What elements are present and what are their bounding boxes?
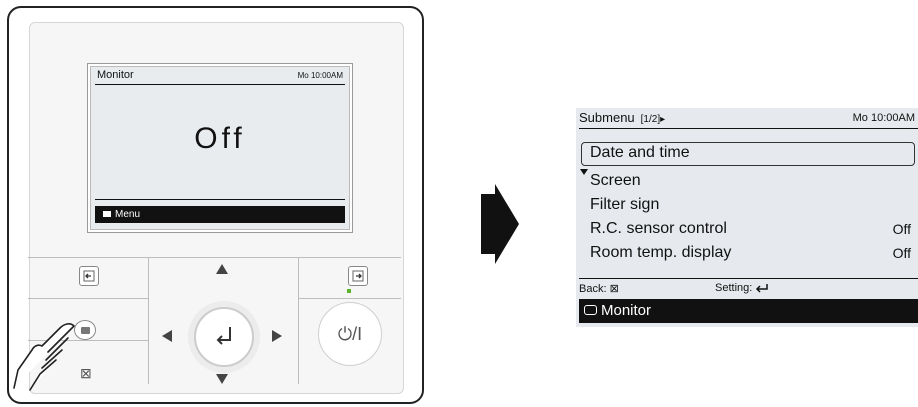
back-icon: ⊠ [609, 283, 619, 295]
remote-screen-divider [95, 84, 345, 85]
menu-item[interactable]: Screen [590, 170, 915, 192]
panel-divider [298, 257, 299, 384]
right-arrow-button[interactable] [271, 329, 283, 343]
panel-divider [28, 298, 148, 299]
enter-icon [756, 283, 769, 293]
submenu-bottom-label: Monitor [601, 302, 652, 319]
up-arrow-button[interactable] [215, 263, 229, 275]
remote-screen-clock: Mo 10:00AM [297, 71, 343, 80]
submenu-clock: Mo 10:00AM [852, 112, 915, 124]
remote-screen-title: Monitor [97, 69, 134, 81]
pointing-hand-icon [13, 323, 75, 391]
submenu-title-text: Submenu [579, 110, 635, 125]
setting-hint: Setting: [715, 282, 769, 294]
monitor-icon [584, 305, 597, 315]
menu-item-value: Off [892, 245, 911, 261]
submenu-title: Submenu [1/2]▸ [579, 110, 665, 125]
menu-item[interactable]: Room temp. display Off [590, 242, 915, 264]
scroll-up-indicator-icon [580, 169, 588, 175]
back-hint-label: Back: [579, 283, 607, 295]
back-hint: Back: ⊠ [579, 282, 619, 295]
transition-arrow-icon [481, 184, 519, 264]
menu-square-icon [103, 211, 111, 218]
submenu-bottom-bar: Monitor [579, 299, 918, 323]
menu-item[interactable]: Filter sign [590, 194, 915, 216]
menu-item-label: Date and time [590, 144, 690, 161]
enter-button[interactable] [194, 307, 254, 367]
remote-lcd-screen: Monitor Mo 10:00AM Off Menu [87, 63, 353, 233]
menu-item[interactable]: R.C. sensor control Off [590, 218, 915, 240]
remote-screen-divider [95, 199, 345, 200]
menu-item-label: R.C. sensor control [590, 220, 727, 237]
return-button[interactable] [79, 266, 99, 286]
submenu-screen: Submenu [1/2]▸ Mo 10:00AM Date and time S… [576, 108, 918, 327]
enter-icon [216, 327, 231, 345]
remote-menu-bar: Menu [95, 206, 345, 223]
power-led-indicator [347, 289, 351, 293]
remote-lcd-panel: Monitor Mo 10:00AM Off Menu [90, 66, 350, 230]
menu-item[interactable]: Date and time [590, 142, 915, 164]
menu-item-label: Room temp. display [590, 244, 732, 261]
return-icon [83, 270, 95, 282]
function-icon [352, 270, 364, 282]
setting-hint-label: Setting: [715, 282, 753, 294]
function-button[interactable] [348, 266, 368, 286]
power-button[interactable]: ⏻/I [318, 302, 382, 366]
panel-divider [28, 257, 401, 258]
power-icon: ⏻/I [337, 323, 363, 344]
remote-menu-label: Menu [115, 209, 141, 220]
left-arrow-button[interactable] [161, 329, 173, 343]
down-arrow-button[interactable] [215, 373, 229, 385]
remote-status-text: Off [194, 122, 246, 155]
menu-item-label: Filter sign [590, 196, 660, 213]
panel-divider [148, 257, 149, 384]
menu-item-label: Screen [590, 172, 641, 189]
panel-divider [298, 298, 401, 299]
submenu-page-indicator: [1/2]▸ [640, 114, 666, 125]
menu-item-value: Off [892, 221, 911, 237]
submenu-header-divider [579, 128, 918, 129]
submenu-footer-divider [579, 278, 918, 279]
